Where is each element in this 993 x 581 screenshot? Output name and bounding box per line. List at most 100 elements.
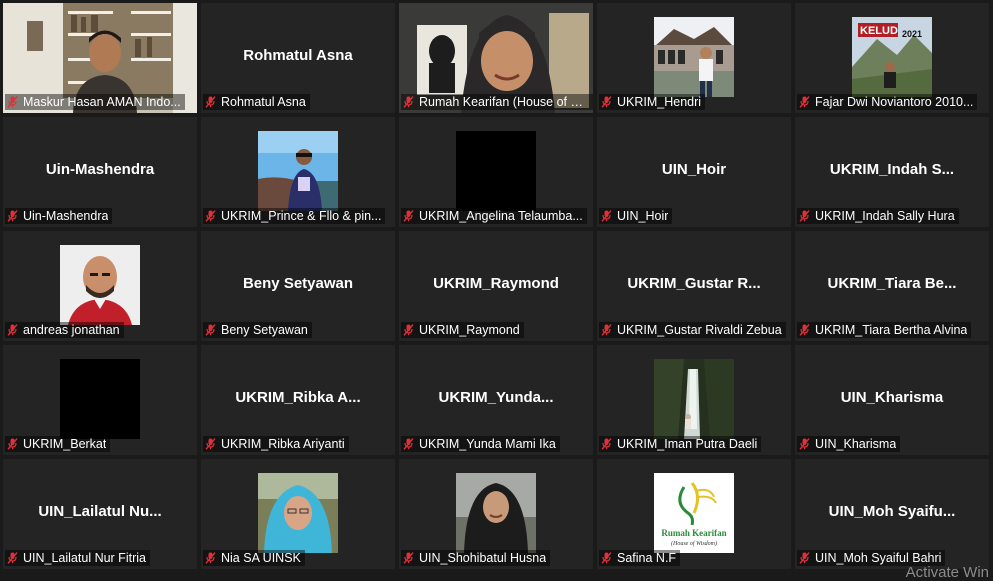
muted-microphone-icon xyxy=(799,438,815,450)
participant-tile-uin-kharisma[interactable]: UIN_Kharisma UIN_Kharisma xyxy=(795,345,989,455)
participant-tile-uin-lailatul-nur-fitria[interactable]: UIN_Lailatul Nu... UIN_Lailatul Nur Fitr… xyxy=(3,459,197,569)
muted-microphone-icon xyxy=(7,210,23,222)
participant-tile-maskur-hasan-aman-indo[interactable]: Maskur Hasan AMAN Indo... xyxy=(3,3,197,113)
participant-display-name: UKRIM_Tiara Be... xyxy=(827,275,957,292)
participant-tile-fajar-dwi-noviantoro-2010[interactable]: KELUD 2021 Fajar Dwi Noviantoro 2010... xyxy=(795,3,989,113)
muted-microphone-icon xyxy=(7,96,23,108)
participant-name-label: Beny Setyawan xyxy=(203,322,312,338)
participant-tile-uin-shohibatul-husna[interactable]: UIN_Shohibatul Husna xyxy=(399,459,593,569)
participant-display-name: UKRIM_Ribka A... xyxy=(235,389,361,406)
participant-tile-rohmatul-asna[interactable]: Rohmatul Asna Rohmatul Asna xyxy=(201,3,395,113)
participant-name: UKRIM_Tiara Bertha Alvina xyxy=(815,323,968,337)
participant-tile-ukrim-berkat[interactable]: UKRIM_Berkat xyxy=(3,345,197,455)
participant-name: Uin-Mashendra xyxy=(23,209,109,223)
participant-name: UIN_Moh Syaiful Bahri xyxy=(815,551,942,565)
participant-name-label: UIN_Shohibatul Husna xyxy=(401,550,551,566)
participant-tile-beny-setyawan[interactable]: Beny Setyawan Beny Setyawan xyxy=(201,231,395,341)
participant-name-label: UIN_Hoir xyxy=(599,208,673,224)
muted-microphone-icon xyxy=(205,324,221,336)
participant-name-label: UKRIM_Angelina Telaumba... xyxy=(401,208,587,224)
muted-microphone-icon xyxy=(799,210,815,222)
participant-tile-uin-mashendra[interactable]: Uin-Mashendra Uin-Mashendra xyxy=(3,117,197,227)
gallery-grid: Maskur Hasan AMAN Indo... Rohmatul Asna R… xyxy=(3,3,989,569)
participant-tile-nia-sa-uinsk[interactable]: Nia SA UINSK xyxy=(201,459,395,569)
svg-text:Rumah Kearifan: Rumah Kearifan xyxy=(661,528,726,538)
muted-microphone-icon xyxy=(601,210,617,222)
muted-microphone-icon xyxy=(601,324,617,336)
muted-microphone-icon xyxy=(205,210,221,222)
participant-name: UIN_Kharisma xyxy=(815,437,897,451)
participant-tile-ukrim-prince-fllo-pin[interactable]: UKRIM_Prince & Fllo & pin... xyxy=(201,117,395,227)
participant-name: UIN_Shohibatul Husna xyxy=(419,551,547,565)
muted-microphone-icon xyxy=(403,552,419,564)
participant-tile-ukrim-indah-sally-hura[interactable]: UKRIM_Indah S... UKRIM_Indah Sally Hura xyxy=(795,117,989,227)
participant-tile-safina-n-f[interactable]: Rumah Kearifan (House of Wisdom) Safina … xyxy=(597,459,791,569)
participant-name-label: andreas jonathan xyxy=(5,322,124,338)
participant-name-label: UKRIM_Berkat xyxy=(5,436,111,452)
participant-name-label: UKRIM_Raymond xyxy=(401,322,524,338)
muted-microphone-icon xyxy=(205,552,221,564)
muted-microphone-icon xyxy=(7,552,23,564)
participant-tile-andreas-jonathan[interactable]: andreas jonathan xyxy=(3,231,197,341)
participant-display-name: Uin-Mashendra xyxy=(45,161,155,178)
profile-picture xyxy=(654,359,734,439)
participant-tile-uin-moh-syaiful-bahri[interactable]: UIN_Moh Syaifu... UIN_Moh Syaiful Bahri xyxy=(795,459,989,569)
participant-name-label: UKRIM_Tiara Bertha Alvina xyxy=(797,322,972,338)
participant-name-label: UKRIM_Gustar Rivaldi Zebua xyxy=(599,322,786,338)
participant-name: UKRIM_Hendri xyxy=(617,95,702,109)
participant-name-label: Fajar Dwi Noviantoro 2010... xyxy=(797,94,978,110)
profile-picture: KELUD 2021 xyxy=(852,17,932,97)
participant-tile-ukrim-gustar-rivaldi-zebua[interactable]: UKRIM_Gustar R... UKRIM_Gustar Rivaldi Z… xyxy=(597,231,791,341)
participant-tile-rumah-kearifan-house-of-wi[interactable]: Rumah Kearifan (House of Wi... xyxy=(399,3,593,113)
participant-name-label: Maskur Hasan AMAN Indo... xyxy=(5,94,185,110)
participant-display-name: Rohmatul Asna xyxy=(243,47,353,64)
participant-display-name: UIN_Kharisma xyxy=(840,389,944,406)
participant-tile-uin-hoir[interactable]: UIN_Hoir UIN_Hoir xyxy=(597,117,791,227)
participant-tile-ukrim-hendri[interactable]: UKRIM_Hendri xyxy=(597,3,791,113)
participant-name: UKRIM_Angelina Telaumba... xyxy=(419,209,583,223)
participant-tile-ukrim-tiara-bertha-alvina[interactable]: UKRIM_Tiara Be... UKRIM_Tiara Bertha Alv… xyxy=(795,231,989,341)
participant-name-label: UKRIM_Yunda Mami Ika xyxy=(401,436,560,452)
profile-picture xyxy=(654,17,734,97)
muted-microphone-icon xyxy=(205,438,221,450)
participant-name: UKRIM_Indah Sally Hura xyxy=(815,209,955,223)
participant-tile-ukrim-ribka-ariyanti[interactable]: UKRIM_Ribka A... UKRIM_Ribka Ariyanti xyxy=(201,345,395,455)
participant-name: Rohmatul Asna xyxy=(221,95,306,109)
participant-name: UKRIM_Gustar Rivaldi Zebua xyxy=(617,323,782,337)
muted-microphone-icon xyxy=(7,438,23,450)
participant-name: UKRIM_Iman Putra Daeli xyxy=(617,437,758,451)
profile-picture xyxy=(60,245,140,325)
profile-picture xyxy=(258,473,338,553)
participant-name-label: Rumah Kearifan (House of Wi... xyxy=(401,94,593,110)
muted-microphone-icon xyxy=(403,210,419,222)
participant-name: Fajar Dwi Noviantoro 2010... xyxy=(815,95,974,109)
participant-name-label: UKRIM_Indah Sally Hura xyxy=(797,208,959,224)
muted-microphone-icon xyxy=(601,96,617,108)
participant-name-label: UIN_Lailatul Nur Fitria xyxy=(5,550,150,566)
participant-tile-ukrim-raymond[interactable]: UKRIM_Raymond UKRIM_Raymond xyxy=(399,231,593,341)
participant-tile-ukrim-iman-putra-daeli[interactable]: UKRIM_Iman Putra Daeli xyxy=(597,345,791,455)
participant-name-label: Safina N.F xyxy=(599,550,681,566)
participant-name-label: UKRIM_Prince & Fllo & pin... xyxy=(203,208,386,224)
participant-name-label: Rohmatul Asna xyxy=(203,94,310,110)
muted-microphone-icon xyxy=(799,96,815,108)
participant-tile-ukrim-angelina-telaumba[interactable]: UKRIM_Angelina Telaumba... xyxy=(399,117,593,227)
participant-name: UIN_Hoir xyxy=(617,209,669,223)
participant-display-name: UKRIM_Gustar R... xyxy=(627,275,761,292)
participant-display-name: UIN_Moh Syaifu... xyxy=(828,503,956,520)
participant-name: Rumah Kearifan (House of Wi... xyxy=(419,95,591,109)
participant-display-name: UIN_Hoir xyxy=(661,161,727,178)
svg-text:2021: 2021 xyxy=(902,29,922,39)
participant-name: Nia SA UINSK xyxy=(221,551,301,565)
kelud-sign-text: KELUD xyxy=(860,25,898,37)
participant-name: UIN_Lailatul Nur Fitria xyxy=(23,551,146,565)
muted-microphone-icon xyxy=(403,324,419,336)
muted-microphone-icon xyxy=(799,324,815,336)
participant-name-label: UKRIM_Hendri xyxy=(599,94,706,110)
participant-name: Safina N.F xyxy=(617,551,677,565)
activate-windows-watermark: Activate Win xyxy=(905,564,989,581)
participant-tile-ukrim-yunda-mami-ika[interactable]: UKRIM_Yunda... UKRIM_Yunda Mami Ika xyxy=(399,345,593,455)
participant-name: UKRIM_Prince & Fllo & pin... xyxy=(221,209,382,223)
participant-name: Maskur Hasan AMAN Indo... xyxy=(23,95,181,109)
muted-microphone-icon xyxy=(205,96,221,108)
